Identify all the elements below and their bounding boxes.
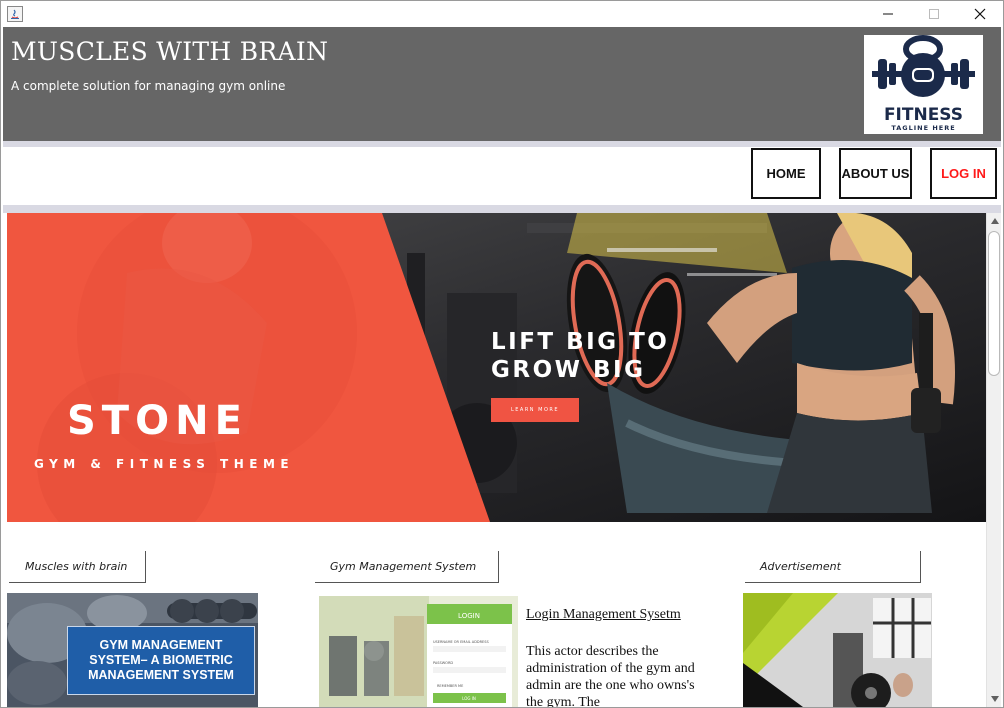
- login-screen-mockup: LOGIN USERNAME OR EMAIL ADDRESS PASSWORD…: [319, 596, 518, 707]
- advertisement-image: [743, 593, 932, 707]
- fitness-logo: FITNESS TAGLINE HERE: [864, 35, 983, 134]
- maximize-button[interactable]: [911, 1, 957, 27]
- login-management-description: This actor describes the administration …: [526, 644, 695, 707]
- hero-banner: STONE GYM & FITNESS THEME LIFT BIG TO GR…: [7, 213, 986, 522]
- login-mockup-image: LOGIN USERNAME OR EMAIL ADDRESS PASSWORD…: [319, 596, 518, 707]
- minimize-icon: [883, 13, 893, 15]
- app-subtitle: A complete solution for managing gym onl…: [11, 79, 286, 93]
- logo-tagline: TAGLINE HERE: [891, 124, 956, 132]
- nav-bar: HOME ABOUT US LOG IN: [3, 147, 1001, 205]
- gym-management-card-image: GYM MANAGEMENT SYSTEM– A BIOMETRIC MANAG…: [7, 593, 258, 707]
- content-divider: [3, 205, 1001, 213]
- mockup-field-1: USERNAME OR EMAIL ADDRESS: [433, 640, 489, 644]
- mockup-field-2: PASSWORD: [433, 661, 453, 665]
- scroll-thumb[interactable]: [988, 231, 1000, 376]
- scroll-down-button[interactable]: [987, 691, 1002, 707]
- tab-muscles-with-brain: Muscles with brain: [9, 551, 146, 583]
- app-window: MUSCLES WITH BRAIN A complete solution f…: [0, 0, 1004, 708]
- login-button[interactable]: LOG IN: [930, 148, 997, 199]
- hero-tagline: GYM & FITNESS THEME: [34, 457, 295, 471]
- hero-headline-line-1: LIFT BIG TO: [491, 329, 670, 355]
- close-icon: [974, 8, 986, 20]
- vertical-scrollbar[interactable]: [986, 213, 1001, 707]
- hero-headline: LIFT BIG TO GROW BIG: [491, 328, 669, 384]
- gym-management-caption: GYM MANAGEMENT SYSTEM– A BIOMETRIC MANAG…: [67, 626, 255, 695]
- header: MUSCLES WITH BRAIN A complete solution f…: [3, 27, 1001, 141]
- kettlebell-icon: [872, 35, 975, 97]
- hero-brand: STONE: [67, 398, 248, 444]
- learn-more-button[interactable]: LEARN MORE: [491, 398, 579, 422]
- java-icon: [7, 6, 23, 22]
- home-button[interactable]: HOME: [751, 148, 821, 199]
- mockup-login-label: LOGIN: [458, 612, 480, 620]
- app-title: MUSCLES WITH BRAIN: [11, 37, 329, 66]
- scroll-up-icon: [990, 218, 999, 224]
- minimize-button[interactable]: [865, 1, 911, 27]
- scroll-up-button[interactable]: [987, 213, 1002, 229]
- hero-headline-line-2: GROW BIG: [491, 357, 646, 383]
- advertisement-photo: [743, 593, 932, 707]
- close-button[interactable]: [957, 1, 1003, 27]
- about-us-button[interactable]: ABOUT US: [839, 148, 912, 199]
- tab-advertisement: Advertisement: [745, 551, 921, 583]
- tab-gym-management-system: Gym Management System: [315, 551, 499, 583]
- scroll-down-icon: [990, 696, 999, 702]
- logo-text: FITNESS: [883, 105, 964, 125]
- login-management-heading[interactable]: Login Management Sysetm: [526, 607, 681, 623]
- mockup-login-button: LOG IN: [462, 696, 476, 701]
- title-bar: [1, 1, 1003, 27]
- scroll-content: STONE GYM & FITNESS THEME LIFT BIG TO GR…: [7, 213, 986, 707]
- maximize-icon: [929, 9, 939, 19]
- mockup-remember: REMEMBER ME: [437, 684, 463, 688]
